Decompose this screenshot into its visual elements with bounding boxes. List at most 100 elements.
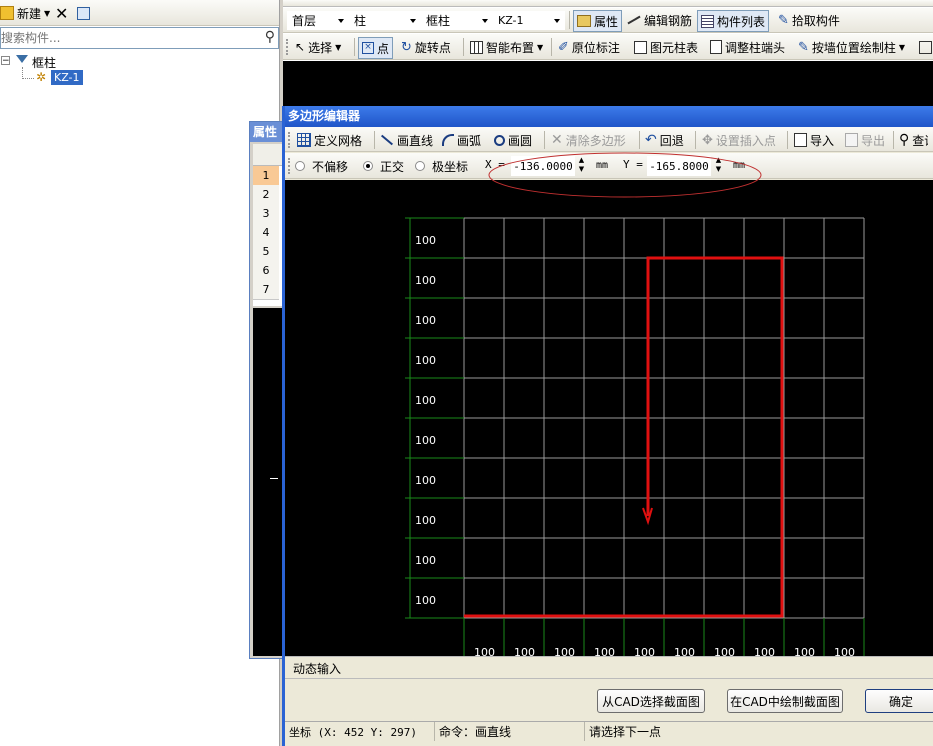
tree-item-label: KZ-1 xyxy=(54,71,80,84)
grid-row-label: 100 xyxy=(415,434,436,447)
clear-icon: ✕ xyxy=(551,132,563,148)
column-table-label: 图元柱表 xyxy=(650,40,699,55)
dynamic-input-label: 动态输入 xyxy=(293,662,342,676)
grid-row-label: 100 xyxy=(415,274,436,287)
pick-component-button[interactable]: ✎ 拾取构件 xyxy=(778,10,840,30)
rotate-point-button[interactable]: ↻ 旋转点 xyxy=(401,37,451,57)
search-input[interactable] xyxy=(1,28,251,48)
property-rows: 1 2 3 4 5 6 7 xyxy=(253,166,284,306)
draw-arc-button[interactable]: 画弧 xyxy=(442,130,481,150)
polar-radio[interactable]: 极坐标 xyxy=(415,156,468,176)
component-select[interactable]: KZ-1 xyxy=(493,11,565,30)
point-icon: × xyxy=(362,42,374,54)
tree-item-kz1[interactable]: KZ-1 xyxy=(51,70,83,85)
point-label: 点 xyxy=(377,41,390,56)
column-table-button[interactable]: 图元柱表 xyxy=(634,37,698,57)
set-insert-point-button[interactable]: ✥ 设置插入点 xyxy=(702,130,776,150)
draw-in-cad-button[interactable]: 在CAD中绘制截面图 xyxy=(727,689,843,713)
import-button[interactable]: 导入 xyxy=(794,130,834,150)
polar-label: 极坐标 xyxy=(432,159,469,174)
export-button[interactable]: 导出 xyxy=(845,130,885,150)
draw-line-button[interactable]: 画直线 xyxy=(380,130,433,150)
grid-col-label: 100 xyxy=(594,646,615,656)
row-number[interactable]: 2 xyxy=(253,185,279,205)
draw-toolbar: ↖ 选择 ▼ × 点 ↻ 旋转点 智能布置 ▼ ✐ 原位标注 图元柱表 调整柱端… xyxy=(283,34,933,60)
query-button[interactable]: ⚲ 查询 xyxy=(899,130,928,150)
document-icon xyxy=(710,40,722,54)
grid-svg: 100100100100100100100100100100 100 100 100… xyxy=(405,217,865,656)
dialog-titlebar: 多边形编辑器 xyxy=(285,106,933,127)
table-icon xyxy=(634,40,647,54)
copy-button[interactable] xyxy=(77,3,90,23)
delete-button[interactable]: ✕ xyxy=(55,3,68,23)
edit-rebar-button[interactable]: 编辑钢筋 xyxy=(627,10,692,30)
grid-col-label: 100 xyxy=(514,646,535,656)
no-offset-radio[interactable]: 不偏移 xyxy=(295,156,348,176)
type-select[interactable]: 框柱 xyxy=(421,11,493,30)
cursor-icon: ↖ xyxy=(295,40,306,54)
row-number[interactable]: 3 xyxy=(253,204,279,224)
properties-label: 属性 xyxy=(594,14,619,29)
arc-icon xyxy=(442,134,454,146)
dialog-statusbar: 坐标 (X: 452 Y: 297) 命令：画直线 请选择下一点 xyxy=(285,721,933,741)
grid-lines xyxy=(463,217,865,619)
orthogonal-label: 正交 xyxy=(380,159,405,174)
tree-collapse-toggle[interactable]: − xyxy=(1,56,10,66)
grid-row-label: 100 xyxy=(415,394,436,407)
ok-label: 确定 xyxy=(888,694,913,709)
query-label: 查询 xyxy=(912,133,928,148)
edit-rebar-label: 编辑钢筋 xyxy=(644,13,693,28)
import-icon xyxy=(794,133,807,147)
dynamic-input-tab[interactable]: 动态输入 xyxy=(285,656,933,678)
chevron-down-icon xyxy=(554,19,560,23)
ok-button[interactable]: 确定 xyxy=(865,689,933,713)
rotate-point-label: 旋转点 xyxy=(414,40,451,55)
point-button[interactable]: × 点 xyxy=(358,37,394,59)
select-label: 选择 xyxy=(308,40,333,55)
row-number[interactable]: 4 xyxy=(253,223,279,243)
grid-icon xyxy=(919,40,932,54)
row-number[interactable]: 7 xyxy=(253,280,279,300)
grid-row-label: 100 xyxy=(415,354,436,367)
property-panel: 属性 1 2 3 4 5 6 7 xyxy=(249,121,284,659)
floor-select[interactable]: 首层 xyxy=(287,11,349,30)
row-number[interactable]: 6 xyxy=(253,261,279,281)
status-command: 命令：画直线 xyxy=(435,722,585,741)
row-number[interactable]: 1 xyxy=(253,166,279,186)
clear-polygon-button[interactable]: ✕ 清除多边形 xyxy=(551,130,626,150)
draw-by-wall-button[interactable]: ✎ 按墙位置绘制柱 ▼ xyxy=(798,37,905,57)
tree-root[interactable]: 框柱 xyxy=(32,54,56,71)
original-mark-button[interactable]: ✐ 原位标注 xyxy=(558,37,620,57)
separator xyxy=(893,131,894,149)
smart-layout-label: 智能布置 xyxy=(486,40,535,55)
row-number[interactable]: 5 xyxy=(253,242,279,262)
define-grid-button[interactable]: 定义网格 xyxy=(297,130,362,150)
floor-value: 首层 xyxy=(292,14,317,28)
component-list-button[interactable]: 构件列表 xyxy=(697,10,770,32)
smart-layout-button[interactable]: 智能布置 ▼ xyxy=(470,37,543,57)
list-icon xyxy=(701,14,714,28)
insert-point-icon: ✥ xyxy=(702,132,713,148)
rotate-icon: ↻ xyxy=(401,39,412,55)
export-icon xyxy=(845,133,858,147)
component-list-label: 构件列表 xyxy=(717,14,766,29)
import-label: 导入 xyxy=(810,133,835,148)
orthogonal-radio[interactable]: 正交 xyxy=(363,156,404,176)
more-tool-button[interactable] xyxy=(919,37,932,57)
category-select[interactable]: 柱 xyxy=(349,11,421,30)
grid-row-label: 100 xyxy=(415,514,436,527)
adjust-column-end-button[interactable]: 调整柱端头 xyxy=(710,37,785,57)
original-mark-label: 原位标注 xyxy=(571,40,620,55)
grid-row-label: 100 xyxy=(415,314,436,327)
polygon-canvas[interactable]: 100 100 100 100 100 100 100 100 100 100 100 100 100… xyxy=(285,180,933,656)
dropdown-arrow-icon: ▼ xyxy=(44,8,51,18)
from-cad-button[interactable]: 从CAD选择截面图 xyxy=(597,689,705,713)
new-button[interactable]: 新建 ▼ xyxy=(0,3,50,23)
chevron-down-icon xyxy=(410,19,416,23)
search-icon[interactable]: ⚲ xyxy=(265,29,275,45)
select-button[interactable]: ↖ 选择 ▼ xyxy=(295,37,341,57)
properties-button[interactable]: 属性 xyxy=(573,10,623,32)
draw-circle-button[interactable]: 画圆 xyxy=(494,130,532,150)
grid-col-label: 100 xyxy=(754,646,775,656)
undo-button[interactable]: ↶ 回退 xyxy=(645,130,684,150)
